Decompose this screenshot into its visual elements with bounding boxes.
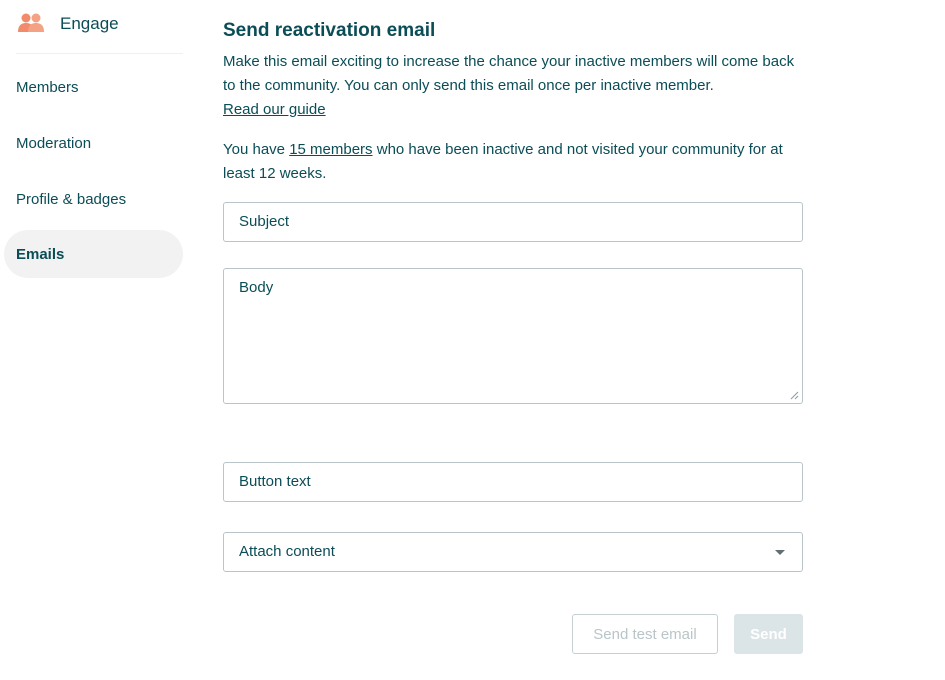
- sidebar-item-label: Emails: [16, 245, 65, 263]
- page-title: Send reactivation email: [223, 20, 436, 41]
- resize-handle-icon[interactable]: [790, 391, 799, 400]
- body-field[interactable]: Body: [223, 268, 803, 404]
- body-placeholder: Body: [239, 279, 274, 296]
- inactive-prefix: You have: [223, 141, 286, 158]
- sidebar-item-label: Profile & badges: [16, 190, 127, 208]
- read-guide-link[interactable]: Read our guide: [223, 101, 326, 118]
- sidebar-item-profile-badges[interactable]: Profile & badges: [4, 175, 183, 223]
- inactive-members-notice: You have 15 members who have been inacti…: [223, 138, 803, 186]
- sidebar: Engage Members Moderation Profile & badg…: [0, 0, 185, 680]
- send-test-email-button[interactable]: Send test email: [572, 614, 718, 654]
- button-text-field[interactable]: Button text: [223, 462, 803, 502]
- subject-field[interactable]: Subject: [223, 202, 803, 242]
- attach-content-select[interactable]: Attach content: [223, 532, 803, 572]
- button-text-placeholder: Button text: [239, 473, 311, 490]
- inactive-members-link[interactable]: 15 members: [289, 141, 372, 158]
- attach-content-label: Attach content: [239, 543, 335, 560]
- sidebar-brand[interactable]: Engage: [16, 0, 183, 54]
- subject-placeholder: Subject: [239, 213, 290, 230]
- description-text: Make this email exciting to increase the…: [223, 53, 795, 94]
- brand-label: Engage: [60, 14, 119, 33]
- description: Make this email exciting to increase the…: [223, 50, 803, 122]
- sidebar-item-label: Moderation: [16, 134, 92, 152]
- chevron-down-icon: [775, 550, 785, 555]
- sidebar-item-members[interactable]: Members: [4, 63, 183, 111]
- send-button[interactable]: Send: [734, 614, 803, 654]
- sidebar-item-emails[interactable]: Emails: [4, 230, 183, 278]
- sidebar-item-label: Members: [16, 78, 79, 96]
- people-icon: [18, 13, 44, 32]
- sidebar-item-moderation[interactable]: Moderation: [4, 119, 183, 167]
